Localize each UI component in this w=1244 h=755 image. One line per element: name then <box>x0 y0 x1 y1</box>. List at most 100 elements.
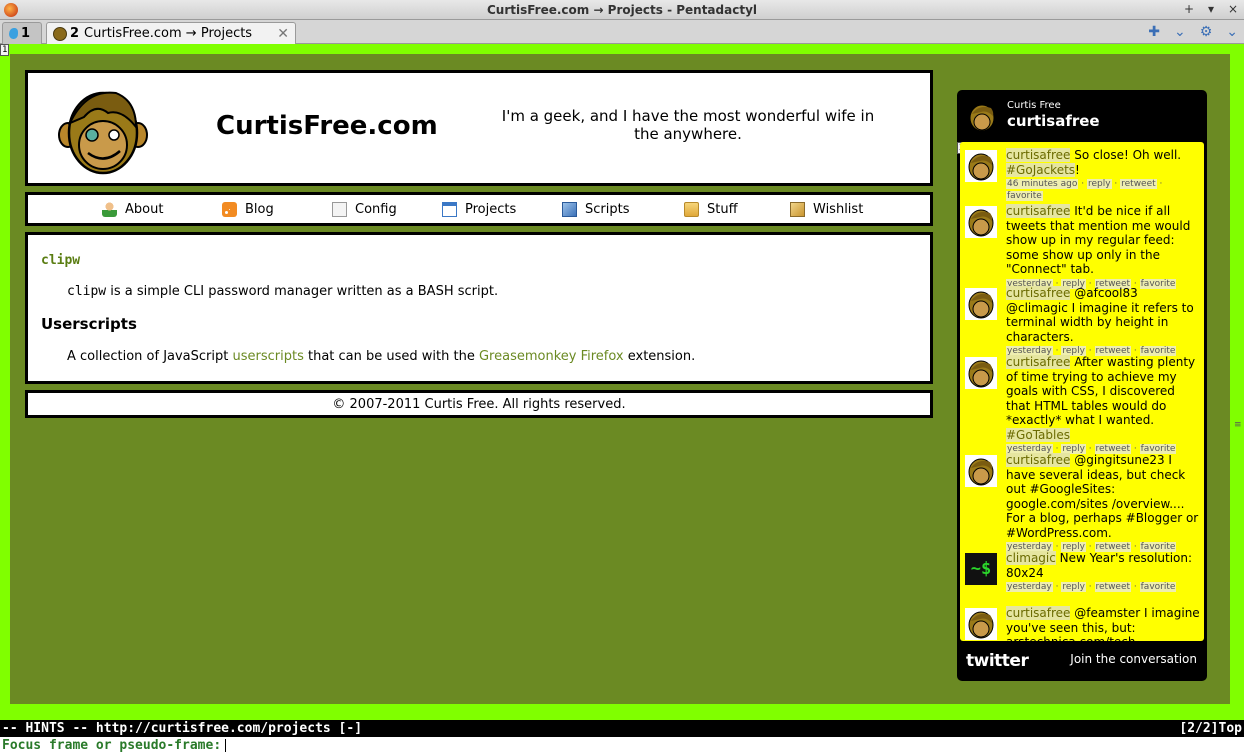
hashtag-link[interactable]: #GoJackets <box>1006 162 1076 177</box>
addon-icon[interactable]: ⚙ <box>1200 24 1213 40</box>
monkey-avatar-icon[interactable] <box>967 102 997 132</box>
site-tagline: I'm a geek, and I have the most wonderfu… <box>501 107 875 143</box>
tweet-retweet-link[interactable]: retweet <box>1120 179 1157 189</box>
site-footer: © 2007-2011 Curtis Free. All rights rese… <box>25 390 933 418</box>
command-line[interactable]: Focus frame or pseudo-frame: <box>0 737 1244 755</box>
window-titlebar: CurtisFree.com → Projects - Pentadactyl … <box>0 0 1244 20</box>
menu-dropdown-button[interactable]: ⌄ <box>1226 24 1238 40</box>
nav-config[interactable]: Config <box>332 201 442 217</box>
hashtag-link[interactable]: #GoTables <box>1006 427 1070 442</box>
nav-label: Wishlist <box>813 201 864 217</box>
tweet-user-link[interactable]: curtisafree <box>1006 355 1071 369</box>
tweet-user-link[interactable]: curtisafree <box>1006 204 1071 218</box>
tweet-user-link[interactable]: curtisafree <box>1006 148 1071 162</box>
nav-about[interactable]: About <box>102 201 222 217</box>
twitter-widget-header: Curtis Free curtisafree <box>967 98 1197 142</box>
scrollbar-grip-icon[interactable]: ≡ <box>1234 420 1242 430</box>
nav-blog[interactable]: Blog <box>222 201 332 217</box>
tweet-favorite-link[interactable]: favorite <box>1006 191 1043 201</box>
monkey-favicon <box>53 26 67 41</box>
command-prompt: Focus frame or pseudo-frame: <box>2 738 222 753</box>
nav-scripts[interactable]: Scripts <box>562 201 684 217</box>
tweet-favorite-link[interactable]: favorite <box>1139 582 1177 592</box>
twitter-display-name: Curtis Free <box>1007 100 1061 111</box>
tweet-user-link[interactable]: curtisafree <box>1006 286 1071 300</box>
tweet-user-link[interactable]: climagic <box>1006 551 1056 565</box>
userscripts-link[interactable]: userscripts <box>233 349 304 364</box>
tweet-text: curtisafree After wasting plenty of time… <box>1006 355 1202 455</box>
nav-projects[interactable]: Projects <box>442 201 562 217</box>
new-tab-button[interactable]: ✚ <box>1148 24 1160 40</box>
tab-1[interactable]: 1 <box>2 22 42 44</box>
monkey-avatar-icon <box>58 91 148 175</box>
monkey-avatar-icon[interactable] <box>965 455 997 487</box>
tab-label: CurtisFree.com → Projects <box>84 26 253 41</box>
join-conversation-link[interactable]: Join the conversation <box>1070 652 1197 666</box>
tweet-text: curtisafree It'd be nice if all tweets t… <box>1006 204 1202 290</box>
clipw-heading[interactable]: clipw <box>41 253 917 268</box>
tweet-meta: 46 minutes ago · reply · retweet · favor… <box>1006 179 1163 201</box>
tab-number: 1 <box>20 26 30 41</box>
status-mode: -- HINTS -- http://curtisfree.com/projec… <box>2 721 363 736</box>
tab-2[interactable]: 2 CurtisFree.com → Projects ✕ <box>46 22 296 44</box>
status-position: [2/2]Top <box>1179 721 1242 736</box>
tweet-retweet-link[interactable]: retweet <box>1094 582 1132 592</box>
terminal-avatar-icon[interactable]: ~$ <box>965 553 997 585</box>
rss-icon <box>222 201 237 217</box>
nav-wishlist[interactable]: Wishlist <box>790 201 864 217</box>
twitter-bird-icon <box>9 28 18 39</box>
tweet-text: curtisafree @afcool83 @climagic I imagin… <box>1006 286 1202 357</box>
site-header: CurtisFree.com I'm a geek, and I have th… <box>25 70 933 186</box>
document-icon <box>332 201 347 217</box>
window-controls: + ▾ × <box>1182 2 1240 16</box>
clipw-code: clipw <box>67 284 107 299</box>
text-fragment: that can be used with the <box>303 349 479 364</box>
monkey-avatar-icon[interactable] <box>965 206 997 238</box>
nav-label: About <box>125 201 164 217</box>
site-nav: About Blog Config Projects Scripts Stuff <box>25 192 933 226</box>
tweet-user-link[interactable]: curtisafree <box>1006 453 1071 467</box>
tweet-list[interactable]: curtisafree So close! Oh well. #GoJacket… <box>960 142 1204 641</box>
maximize-button[interactable]: + <box>1182 2 1196 16</box>
tab-bar: 1 2 CurtisFree.com → Projects ✕ ✚ ⌄ ⚙ ⌄ <box>0 20 1244 44</box>
script-icon <box>562 201 577 217</box>
hint-label: 1 <box>0 44 10 56</box>
focused-frame: 1 CurtisFree.com I'm a geek, and I have … <box>0 44 1244 720</box>
tweet-timestamp[interactable]: yesterday <box>1006 582 1053 592</box>
userscripts-description: A collection of JavaScript userscripts t… <box>67 349 917 364</box>
site-title[interactable]: CurtisFree.com <box>216 111 438 141</box>
tweet-reply-link[interactable]: reply <box>1061 582 1086 592</box>
userscripts-heading: Userscripts <box>41 315 137 333</box>
tweet-text: curtisafree So close! Oh well. #GoJacket… <box>1006 148 1202 202</box>
firefox-icon <box>4 3 18 17</box>
monkey-avatar-icon[interactable] <box>965 150 997 182</box>
greasemonkey-link[interactable]: Greasemonkey Firefox <box>479 349 624 364</box>
tweet-text: curtisafree @feamster I imagine you've s… <box>1006 606 1200 641</box>
monkey-avatar-icon[interactable] <box>965 608 997 640</box>
tweet-text: climagic New Year's resolution: 80x24 yes… <box>1006 551 1202 593</box>
twitter-logo[interactable]: twitter <box>966 651 1029 671</box>
nav-label: Stuff <box>707 201 738 217</box>
tweet-reply-link[interactable]: reply <box>1086 179 1112 189</box>
window-title: CurtisFree.com → Projects - Pentadactyl <box>486 2 758 17</box>
tab-number: 2 <box>70 26 80 41</box>
text-fragment: extension. <box>623 349 696 364</box>
twitter-handle[interactable]: curtisafree <box>1007 112 1100 130</box>
user-icon <box>102 201 117 217</box>
close-window-button[interactable]: × <box>1226 2 1240 16</box>
tweet-meta: yesterday · reply · retweet · favorite <box>1006 582 1177 592</box>
tab-close-button[interactable]: ✕ <box>277 26 289 42</box>
nav-stuff[interactable]: Stuff <box>684 201 790 217</box>
tab-list-button[interactable]: ⌄ <box>1174 24 1186 40</box>
tweet-text: curtisafree @gingitsune23 I have several… <box>1006 453 1202 553</box>
minimize-button[interactable]: ▾ <box>1204 2 1218 16</box>
monkey-avatar-icon[interactable] <box>965 288 997 320</box>
tweet-timestamp[interactable]: 46 minutes ago <box>1006 179 1079 189</box>
clipw-description: clipw is a simple CLI password manager w… <box>67 284 917 299</box>
tweet-user-link[interactable]: curtisafree <box>1006 606 1071 620</box>
page-viewport[interactable]: CurtisFree.com I'm a geek, and I have th… <box>10 54 1230 704</box>
main-content: clipw clipw is a simple CLI password man… <box>25 232 933 384</box>
nav-label: Projects <box>465 201 517 217</box>
monkey-avatar-icon[interactable] <box>965 357 997 389</box>
twitter-widget-footer: twitter Join the conversation <box>957 643 1207 679</box>
